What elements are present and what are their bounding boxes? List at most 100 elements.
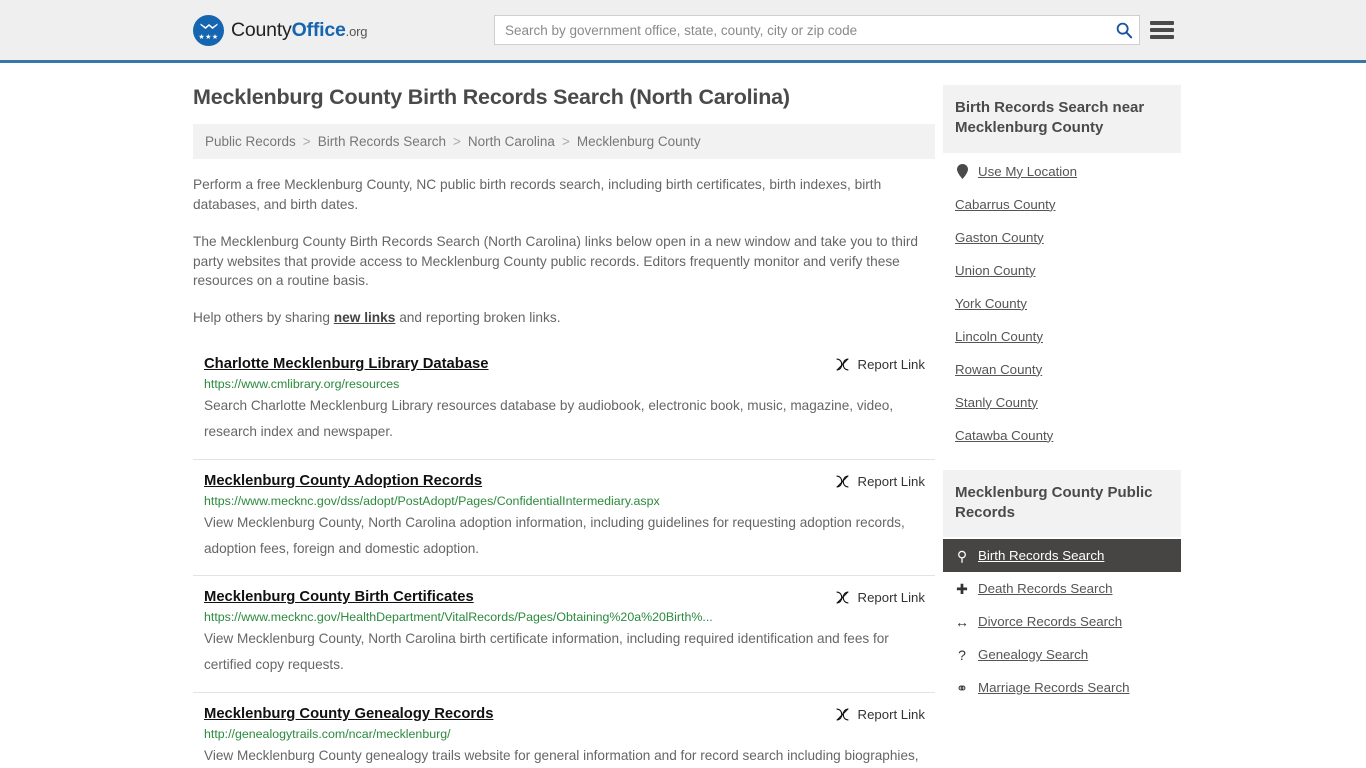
breadcrumb-item-north-carolina[interactable]: North Carolina [468,134,555,149]
sidebar-item-birth-records-search[interactable]: ⚲ Birth Records Search [943,539,1181,572]
result-url: https://www.mecknc.gov/dss/adopt/PostAdo… [204,493,660,508]
result-title-link[interactable]: Mecklenburg County Genealogy Records [204,706,493,722]
logo-text-tld: .org [345,23,368,39]
left-right-arrow-icon: ↔ [955,613,969,630]
sidebar-link-label[interactable]: Stanly County [955,395,1038,410]
baby-icon: ⚲ [956,547,968,564]
page-body: Mecklenburg County Birth Records Search … [0,63,1366,768]
sidebar-link-label[interactable]: Cabarrus County [955,197,1056,212]
intro-p3-before: Help others by sharing [193,310,334,326]
result-description: View Mecklenburg County, North Carolina … [204,631,889,673]
sidebar-block-public-records: Mecklenburg County Public Records ⚲ Birt… [943,469,1181,705]
breadcrumb-item-birth-records-search[interactable]: Birth Records Search [318,134,446,149]
header-search-area [494,15,1174,45]
logo-stars: ★★★ [198,33,219,41]
sidebar-link-label[interactable]: York County [955,296,1027,311]
report-link-button[interactable]: Report Link [835,357,935,372]
hamburger-bar [1150,35,1174,39]
sidebar-public-records-list: ⚲ Birth Records Search ✚ Death Records S… [943,537,1181,704]
result-url: http://genealogytrails.com/ncar/mecklenb… [204,727,451,742]
intro-section: Perform a free Mecklenburg County, NC pu… [193,175,935,328]
new-links-link[interactable]: new links [334,310,396,325]
sidebar-item-rowan-county[interactable]: Rowan County [943,353,1181,386]
sidebar-item-stanly-county[interactable]: Stanly County [943,386,1181,419]
sidebar-item-catawba-county[interactable]: Catawba County [943,419,1181,452]
broken-link-icon [836,708,849,721]
sidebar-link-label[interactable]: Use My Location [978,164,1077,179]
report-link-label: Report Link [857,357,925,373]
site-logo[interactable]: ★★★ CountyOffice.org [193,14,367,46]
table-row: Mecklenburg County Birth Certificates Re… [193,575,935,692]
broken-link-icon [836,358,849,371]
result-title-link[interactable]: Mecklenburg County Birth Certificates [204,589,474,605]
sidebar-item-union-county[interactable]: Union County [943,254,1181,287]
map-pin-glyph [956,163,968,179]
result-title-link[interactable]: Charlotte Mecklenburg Library Database [204,356,489,372]
sidebar-link-label[interactable]: Catawba County [955,428,1053,443]
map-pin-icon [955,163,969,179]
table-row: Charlotte Mecklenburg Library Database R… [193,350,935,459]
sidebar-item-gaston-county[interactable]: Gaston County [943,221,1181,254]
male-female-icon: ⚭ [956,679,968,696]
sidebar-link-label[interactable]: Lincoln County [955,329,1043,344]
sidebar-heading-public-records: Mecklenburg County Public Records [943,469,1181,537]
sidebar-link-label[interactable]: Union County [955,263,1036,278]
sidebar-heading-nearby: Birth Records Search near Mecklenburg Co… [943,85,1181,153]
logo-wordmark: CountyOffice.org [231,19,367,42]
sidebar-block-nearby: Birth Records Search near Mecklenburg Co… [943,85,1181,452]
sidebar-link-label[interactable]: Rowan County [955,362,1042,377]
report-link-button[interactable]: Report Link [835,707,935,722]
sidebar-link-label[interactable]: Birth Records Search [978,548,1104,563]
sidebar-link-label[interactable]: Genealogy Search [978,647,1088,662]
results-list: Charlotte Mecklenburg Library Database R… [193,350,935,768]
report-link-button[interactable]: Report Link [835,590,935,605]
breadcrumb-item-public-records[interactable]: Public Records [205,134,296,149]
report-link-button[interactable]: Report Link [835,474,935,489]
question-mark-icon: ? [958,646,966,663]
sidebar-link-label[interactable]: Death Records Search [978,581,1113,596]
sidebar-item-marriage-records-search[interactable]: ⚭ Marriage Records Search [943,671,1181,704]
result-header: Mecklenburg County Genealogy Records Rep… [204,706,935,722]
sidebar-item-genealogy-search[interactable]: ? Genealogy Search [943,638,1181,671]
hamburger-bar [1150,21,1174,25]
sidebar-item-lincoln-county[interactable]: Lincoln County [943,320,1181,353]
intro-p3-after: and reporting broken links. [395,310,561,326]
breadcrumb-separator: > [453,134,461,149]
result-header: Mecklenburg County Birth Certificates Re… [204,589,935,605]
table-row: Mecklenburg County Genealogy Records Rep… [193,692,935,768]
result-description: Search Charlotte Mecklenburg Library res… [204,398,894,439]
hamburger-menu-icon[interactable] [1150,21,1174,39]
intro-paragraph-3: Help others by sharing new links and rep… [193,308,935,328]
result-title-link[interactable]: Mecklenburg County Adoption Records [204,473,482,489]
sidebar-item-death-records-search[interactable]: ✚ Death Records Search [943,572,1181,605]
sidebar-item-cabarrus-county[interactable]: Cabarrus County [943,188,1181,221]
breadcrumb-item-mecklenburg-county[interactable]: Mecklenburg County [577,134,701,149]
result-description: View Mecklenburg County genealogy trails… [204,748,919,764]
sidebar-item-divorce-records-search[interactable]: ↔ Divorce Records Search [943,605,1181,638]
report-link-label: Report Link [857,590,925,606]
search-icon[interactable] [1115,21,1133,39]
sidebar-link-label[interactable]: Divorce Records Search [978,614,1122,629]
hamburger-bar [1150,28,1174,32]
search-input[interactable] [505,22,1115,38]
sidebar-item-york-county[interactable]: York County [943,287,1181,320]
sidebar-link-label[interactable]: Gaston County [955,230,1044,245]
result-header: Charlotte Mecklenburg Library Database R… [204,356,935,372]
result-header: Mecklenburg County Adoption Records Repo… [204,473,935,489]
table-row: Mecklenburg County Adoption Records Repo… [193,458,935,576]
logo-text-county: County [231,18,292,41]
sidebar-link-label[interactable]: Marriage Records Search [978,680,1130,695]
result-url: https://www.mecknc.gov/HealthDepartment/… [204,610,713,625]
result-url: https://www.cmlibrary.org/resources [204,377,400,392]
logo-text-office: Office [291,18,346,41]
site-header: ★★★ CountyOffice.org [0,0,1366,63]
breadcrumb: Public Records > Birth Records Search > … [193,124,935,159]
result-description: View Mecklenburg County, North Carolina … [204,514,905,556]
main-content: Mecklenburg County Birth Records Search … [193,85,935,768]
breadcrumb-separator: > [302,134,311,149]
search-box[interactable] [494,15,1140,45]
report-link-label: Report Link [857,707,925,723]
breadcrumb-separator: > [561,134,570,149]
sidebar-item-use-my-location[interactable]: Use My Location [943,155,1181,188]
sidebar: Birth Records Search near Mecklenburg Co… [943,85,1181,768]
